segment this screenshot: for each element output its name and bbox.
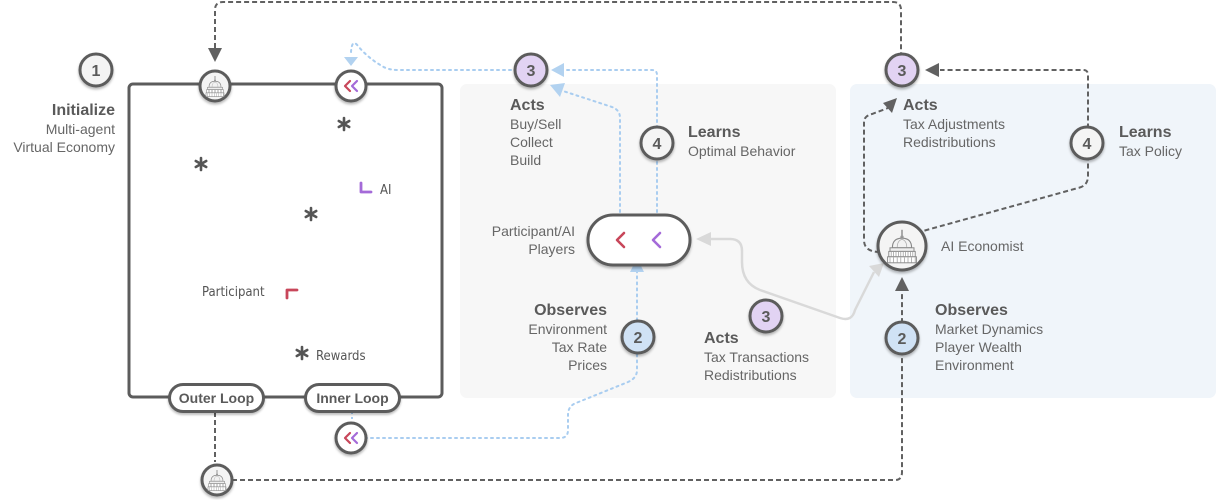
- step-badge-3-outer: 3: [884, 52, 920, 88]
- outer-observes-line: Player Wealth: [935, 339, 1022, 355]
- svg-text:2: 2: [898, 331, 907, 348]
- inner-acts-block: Acts Buy/Sell Collect Build: [510, 97, 561, 169]
- rewards-label: Rewards: [316, 349, 366, 364]
- outer-feedback-connector: [214, 1, 902, 58]
- svg-text:3: 3: [527, 63, 536, 80]
- double-chevron-icon: [334, 421, 368, 455]
- players-pill: [586, 213, 692, 267]
- asterisk-icon: [295, 345, 309, 361]
- ai-agent-icon: [359, 181, 373, 194]
- step-badge-3-tax: 3: [748, 298, 784, 334]
- inner-observes-title: Observes: [534, 302, 607, 319]
- ai-economist-icon: [876, 220, 928, 272]
- inner-acts-line: Buy/Sell: [510, 116, 562, 132]
- participant-agent-icon: [285, 288, 299, 300]
- capitol-building-icon: [198, 69, 232, 103]
- players-line: Participant/AI: [491, 223, 575, 239]
- inner-acts-line: Collect: [510, 134, 553, 150]
- outer-observes-line: Market Dynamics: [935, 321, 1044, 337]
- ai-economist-label: AI Economist: [941, 238, 1024, 254]
- arrow-head-blue: [551, 63, 564, 77]
- players-label: Participant/AI Players: [460, 222, 575, 258]
- outer-observes-block: Observes Market Dynamics Player Wealth E…: [935, 302, 1043, 374]
- tax-acts-line: Tax Transactions: [704, 349, 810, 365]
- tax-acts-block: Acts Tax Transactions Redistributions: [704, 330, 809, 384]
- inner-observes-block: Observes Environment Tax Rate Prices: [490, 302, 607, 374]
- inner-learns-line: Optimal Behavior: [688, 143, 796, 159]
- outer-observes-title: Observes: [935, 302, 1008, 319]
- outer-acts-block: Acts Tax Adjustments Redistributions: [903, 97, 1005, 151]
- asterisk-icon: [304, 206, 318, 222]
- initialize-line: Multi-agent: [45, 121, 115, 137]
- outer-learns-block: Learns Tax Policy: [1119, 124, 1182, 160]
- inner-observes-line: Tax Rate: [551, 339, 607, 355]
- ai-label: AI: [380, 183, 392, 198]
- step-badge-4-outer: 4: [1069, 125, 1105, 161]
- inner-act-connector: [350, 42, 518, 71]
- double-chevron-icon: [334, 69, 368, 103]
- inner-acts-title: Acts: [510, 97, 545, 114]
- diagram-canvas: 1 3 4 2 3 3 4 2: [78, 1, 1216, 497]
- step-badge-2-outer: 2: [884, 320, 920, 356]
- initialize-title: Initialize: [51, 102, 115, 119]
- svg-text:3: 3: [762, 309, 771, 326]
- svg-text:4: 4: [1083, 136, 1092, 153]
- step-badge-3-inner: 3: [513, 52, 549, 88]
- inner-loop-button[interactable]: Inner Loop: [304, 383, 401, 413]
- initialize-block: Initialize Multi-agent Virtual Economy: [0, 102, 115, 156]
- outer-acts-line: Redistributions: [903, 134, 996, 150]
- svg-text:3: 3: [898, 63, 907, 80]
- players-line: Players: [528, 241, 575, 257]
- inner-learns-title: Learns: [688, 124, 741, 141]
- step-badge-2-inner: 2: [620, 319, 656, 355]
- outer-loop-button[interactable]: Outer Loop: [168, 383, 265, 413]
- inner-observes-line: Prices: [568, 357, 607, 373]
- inner-acts-line: Build: [510, 152, 542, 168]
- step-badge-4-inner: 4: [639, 125, 675, 161]
- tax-acts-line: Redistributions: [704, 367, 797, 383]
- outer-learns-title: Learns: [1119, 124, 1172, 141]
- environment-box: [127, 82, 444, 399]
- inner-observes-line: Environment: [528, 321, 607, 337]
- participant-label: Participant: [202, 285, 265, 300]
- outer-observes-line: Environment: [935, 357, 1014, 373]
- svg-text:1: 1: [92, 63, 101, 80]
- svg-text:2: 2: [634, 330, 643, 347]
- svg-text:4: 4: [653, 136, 662, 153]
- inner-learns-block: Learns Optimal Behavior: [688, 124, 795, 160]
- capitol-building-icon: [200, 463, 234, 497]
- outer-learns-line: Tax Policy: [1119, 143, 1183, 159]
- outer-acts-line: Tax Adjustments: [903, 116, 1005, 132]
- arrow-head-down: [208, 48, 222, 62]
- asterisk-icon: [194, 156, 208, 172]
- arrow-head-blue: [344, 57, 358, 66]
- step-badge-1: 1: [78, 52, 114, 88]
- outer-acts-title: Acts: [903, 97, 938, 114]
- initialize-line: Virtual Economy: [13, 139, 115, 155]
- tax-acts-title: Acts: [704, 330, 739, 347]
- arrow-head-dark: [925, 63, 939, 77]
- asterisk-icon: [337, 116, 351, 132]
